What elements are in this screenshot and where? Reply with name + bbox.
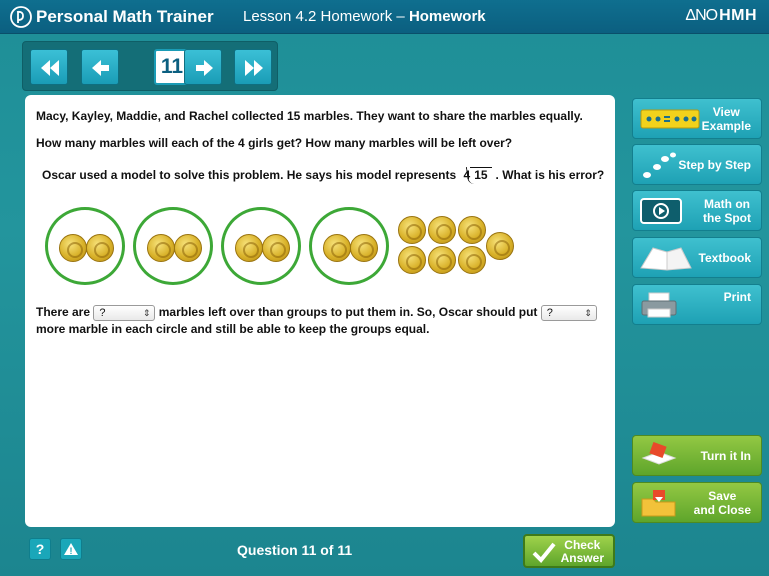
report-problem-button[interactable]: ! bbox=[60, 538, 82, 560]
leftover-marble bbox=[428, 246, 456, 274]
next-question-button[interactable] bbox=[184, 49, 222, 85]
question-panel: Macy, Kayley, Maddie, and Rachel collect… bbox=[25, 95, 615, 527]
marble bbox=[147, 234, 175, 262]
leftover-marble bbox=[486, 232, 514, 260]
marble-model bbox=[45, 207, 605, 287]
chevron-updown-icon: ⇕ bbox=[584, 307, 592, 318]
app-title: Personal Math Trainer bbox=[36, 7, 214, 26]
turn-it-in-button[interactable]: Turn it In bbox=[632, 435, 762, 476]
dropdown-2-value: ? bbox=[546, 306, 553, 319]
equation-icon bbox=[640, 109, 700, 129]
check-label-1: Check bbox=[564, 538, 601, 552]
marble bbox=[174, 234, 202, 262]
group-circle bbox=[45, 207, 125, 285]
math-on-the-spot-label-2: the Spot bbox=[703, 210, 751, 225]
marble bbox=[323, 234, 351, 262]
save-folder-icon bbox=[641, 490, 676, 517]
step-by-step-button[interactable]: Step by Step bbox=[632, 144, 762, 185]
marble bbox=[59, 234, 87, 262]
question-text-3-end: . What is his error? bbox=[495, 168, 605, 182]
lesson-separator: – bbox=[392, 8, 409, 25]
answer-dropdown-2[interactable]: ? ⇕ bbox=[540, 304, 597, 321]
fast-forward-icon bbox=[245, 60, 263, 76]
publisher-logo: ΔΝΟ HMH bbox=[685, 7, 757, 25]
question-text-2: How many marbles will each of the 4 girl… bbox=[36, 136, 513, 150]
dropdown-1-value: ? bbox=[99, 306, 106, 319]
first-question-button[interactable] bbox=[30, 49, 68, 85]
group-circle bbox=[221, 207, 301, 285]
footsteps-icon bbox=[643, 152, 676, 178]
question-navigation: 11 bbox=[22, 41, 278, 91]
answer-dropdown-1[interactable]: ? ⇕ bbox=[93, 304, 156, 321]
printer-icon bbox=[641, 292, 677, 318]
step-by-step-label: Step by Step bbox=[678, 157, 751, 172]
math-on-the-spot-label-1: Math on bbox=[704, 196, 750, 211]
warning-icon: ! bbox=[64, 543, 78, 556]
rewind-icon bbox=[41, 60, 59, 76]
answer-text-2: marbles left over than groups to put the… bbox=[158, 305, 538, 319]
print-button[interactable]: Print bbox=[632, 284, 762, 325]
publisher-logo-glyphs: ΔΝΟ bbox=[685, 7, 718, 24]
leftover-marble bbox=[458, 216, 486, 244]
lesson-title: Lesson 4.2 Homework – Homework bbox=[243, 8, 486, 25]
group-circle bbox=[133, 207, 213, 285]
check-label-2: Answer bbox=[560, 551, 604, 565]
textbook-button[interactable]: Textbook bbox=[632, 237, 762, 278]
answer-text-1: There are bbox=[36, 305, 91, 319]
pmt-logo-icon bbox=[10, 6, 32, 28]
print-label: Print bbox=[723, 289, 751, 304]
arrow-left-icon bbox=[92, 60, 109, 76]
publisher-name: HMH bbox=[719, 7, 757, 24]
video-player-icon bbox=[640, 198, 682, 224]
math-on-the-spot-button[interactable]: Math on the Spot bbox=[632, 190, 762, 231]
view-example-button[interactable]: View Example bbox=[632, 98, 762, 139]
view-example-label-1: View bbox=[712, 104, 740, 119]
top-bar: Personal Math Trainer Lesson 4.2 Homewor… bbox=[0, 0, 769, 34]
dividend: 15 bbox=[470, 167, 492, 182]
group-circle bbox=[309, 207, 389, 285]
checkmark-icon bbox=[532, 542, 556, 563]
previous-question-button[interactable] bbox=[81, 49, 119, 85]
question-text-3-start: Oscar used a model to solve this problem… bbox=[42, 168, 457, 182]
question-count: Question 11 of 11 bbox=[237, 542, 353, 558]
book-icon bbox=[640, 247, 692, 271]
question-text-1: Macy, Kayley, Maddie, and Rachel collect… bbox=[36, 109, 583, 123]
check-answer-button[interactable]: Check Answer bbox=[523, 534, 615, 568]
turn-in-icon bbox=[641, 442, 677, 465]
save-and-close-button[interactable]: Save and Close bbox=[632, 482, 762, 523]
view-example-label-2: Example bbox=[701, 118, 751, 133]
marble bbox=[350, 234, 378, 262]
turn-it-in-label: Turn it In bbox=[700, 448, 751, 463]
textbook-label: Textbook bbox=[698, 250, 751, 265]
leftover-marble bbox=[398, 246, 426, 274]
help-icon: ? bbox=[35, 541, 45, 557]
last-question-button[interactable] bbox=[234, 49, 272, 85]
lesson-subtitle: Homework bbox=[408, 8, 486, 25]
chevron-updown-icon: ⇕ bbox=[142, 307, 151, 318]
help-button[interactable]: ? bbox=[29, 538, 51, 560]
leftover-marble bbox=[458, 246, 486, 274]
save-label-2: and Close bbox=[693, 502, 751, 517]
long-division-expression: 4 15 bbox=[464, 167, 492, 182]
marble bbox=[235, 234, 263, 262]
leftover-marble bbox=[428, 216, 456, 244]
arrow-right-icon bbox=[196, 60, 213, 76]
save-label-1: Save bbox=[708, 488, 737, 503]
warning-mark: ! bbox=[70, 546, 73, 556]
lesson-prefix: Lesson 4.2 Homework bbox=[243, 8, 393, 25]
question-text-3: Oscar used a model to solve this problem… bbox=[42, 167, 604, 182]
leftover-marble bbox=[398, 216, 426, 244]
marble bbox=[262, 234, 290, 262]
answer-sentence: There are ? ⇕ marbles left over than grou… bbox=[36, 304, 606, 338]
marble bbox=[86, 234, 114, 262]
answer-text-3: more marble in each circle and still be … bbox=[36, 322, 430, 336]
